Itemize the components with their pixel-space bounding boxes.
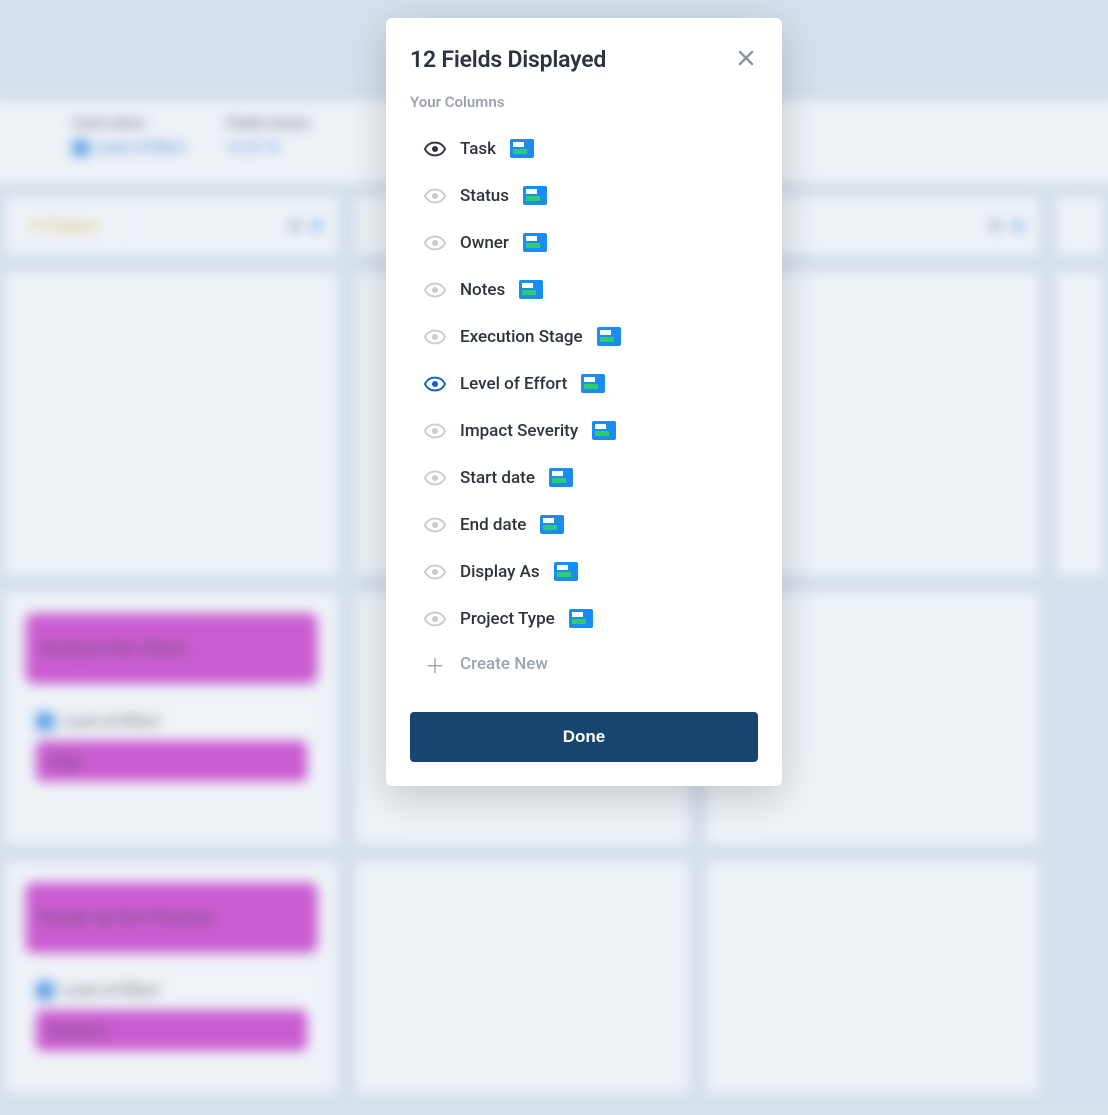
visibility-eye-icon[interactable]: [424, 561, 446, 583]
field-row[interactable]: Owner: [424, 219, 758, 266]
field-type-icon: [523, 233, 547, 252]
field-type-icon: [554, 562, 578, 581]
field-row[interactable]: Status: [424, 172, 758, 219]
field-label: Notes: [460, 280, 505, 300]
field-row[interactable]: Execution Stage: [424, 313, 758, 360]
visibility-eye-icon[interactable]: [424, 279, 446, 301]
field-label: End date: [460, 515, 526, 535]
plus-icon: ＋: [424, 650, 446, 679]
field-type-icon: [597, 327, 621, 346]
fields-displayed-modal: 12 Fields Displayed Your Columns Task St…: [386, 18, 782, 786]
field-type-icon: [549, 468, 573, 487]
field-type-icon: [540, 515, 564, 534]
field-label: Status: [460, 186, 509, 206]
section-label: Your Columns: [410, 93, 758, 111]
field-label: Impact Severity: [460, 421, 578, 441]
field-type-icon: [510, 139, 534, 158]
field-type-icon: [592, 421, 616, 440]
field-label: Start date: [460, 468, 535, 488]
visibility-eye-icon[interactable]: [424, 138, 446, 160]
field-row[interactable]: Impact Severity: [424, 407, 758, 454]
field-label: Task: [460, 139, 496, 159]
create-new-label: Create New: [460, 654, 548, 674]
field-type-icon: [581, 374, 605, 393]
modal-title: 12 Fields Displayed: [410, 46, 606, 73]
visibility-eye-icon[interactable]: [424, 514, 446, 536]
field-row[interactable]: Level of Effort: [424, 360, 758, 407]
close-button[interactable]: [732, 44, 760, 72]
field-label: Execution Stage: [460, 327, 583, 347]
visibility-eye-icon[interactable]: [424, 467, 446, 489]
field-type-icon: [519, 280, 543, 299]
field-row[interactable]: Notes: [424, 266, 758, 313]
field-label: Owner: [460, 233, 509, 253]
visibility-eye-icon[interactable]: [424, 185, 446, 207]
field-row[interactable]: End date: [424, 501, 758, 548]
field-row[interactable]: Task: [424, 125, 758, 172]
field-label: Project Type: [460, 609, 555, 629]
done-button[interactable]: Done: [410, 712, 758, 762]
modal-header: 12 Fields Displayed: [410, 46, 758, 73]
close-icon: [738, 50, 754, 66]
field-label: Level of Effort: [460, 374, 567, 394]
field-row[interactable]: Start date: [424, 454, 758, 501]
field-row[interactable]: Project Type: [424, 595, 758, 642]
visibility-eye-icon[interactable]: [424, 420, 446, 442]
visibility-eye-icon[interactable]: [424, 326, 446, 348]
visibility-eye-icon[interactable]: [424, 608, 446, 630]
create-new-field[interactable]: ＋ Create New: [424, 642, 758, 686]
field-row[interactable]: Display As: [424, 548, 758, 595]
field-type-icon: [569, 609, 593, 628]
visibility-eye-icon[interactable]: [424, 232, 446, 254]
field-list: Task Status Owner Notes Execution Stage …: [410, 125, 758, 686]
visibility-eye-icon[interactable]: [424, 373, 446, 395]
field-type-icon: [523, 186, 547, 205]
field-label: Display As: [460, 562, 540, 582]
